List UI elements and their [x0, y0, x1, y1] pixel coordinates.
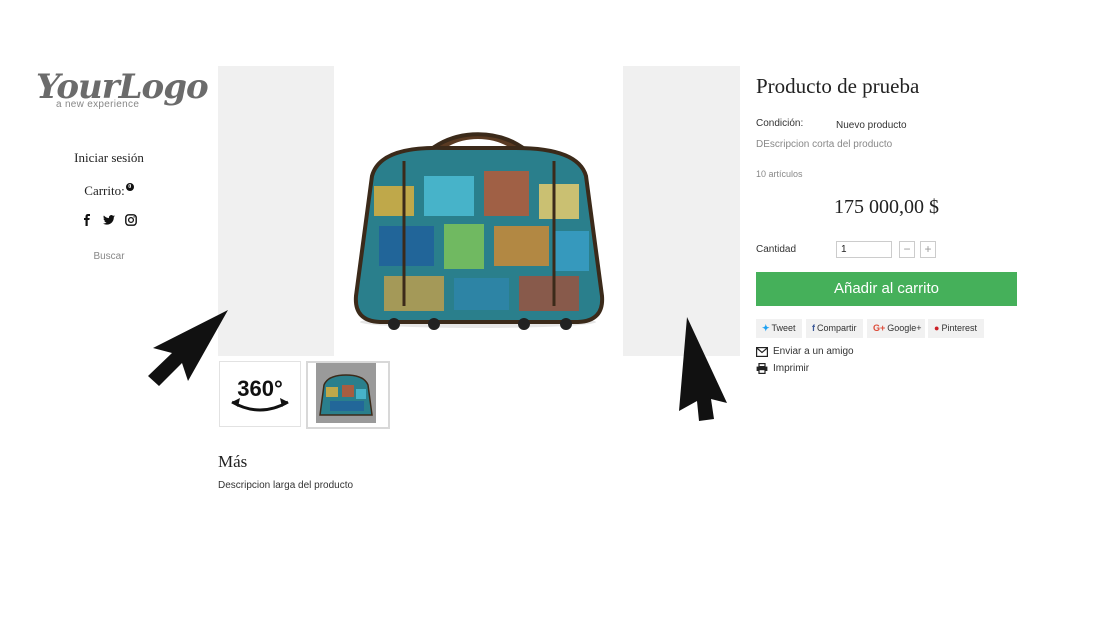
social-links: [40, 214, 178, 226]
quantity-label: Cantidad: [756, 244, 797, 255]
cart-link[interactable]: Carrito: 0: [40, 183, 178, 199]
share-pinterest-label: Pinterest: [941, 323, 977, 333]
share-facebook-label: Compartir: [817, 323, 857, 333]
long-description: Descripcion larga del producto: [218, 480, 354, 491]
pinterest-icon: ●: [934, 323, 940, 333]
share-google-button[interactable]: G+ Google+: [867, 319, 925, 338]
twitter-icon[interactable]: [103, 214, 115, 226]
quantity-plus-button[interactable]: +: [920, 241, 936, 258]
share-twitter-button[interactable]: ✦ Tweet: [756, 319, 802, 338]
add-to-cart-button[interactable]: Añadir al carrito: [756, 272, 1017, 306]
logo[interactable]: YourLogo a new experience: [36, 70, 209, 112]
share-twitter-label: Tweet: [771, 323, 796, 333]
thumb-360-text: 360°: [237, 376, 283, 401]
product-price: 175 000,00 $: [834, 196, 939, 218]
print-label: Imprimir: [773, 363, 810, 374]
product-image: [334, 66, 623, 356]
short-description: DEscripcion corta del producto: [756, 139, 893, 150]
bag-thumbnail-image: [316, 363, 376, 423]
send-to-friend-label: Enviar a un amigo: [773, 346, 854, 357]
share-pinterest-button[interactable]: ● Pinterest: [928, 319, 984, 338]
share-google-label: Google+: [887, 323, 922, 333]
search-link[interactable]: Buscar: [40, 251, 178, 262]
print-link[interactable]: Imprimir: [756, 363, 809, 374]
envelope-icon: [756, 346, 768, 357]
twitter-icon: ✦: [762, 323, 770, 333]
rotate-360-icon: 360°: [231, 376, 289, 412]
cart-label: Carrito:: [84, 183, 125, 198]
login-link[interactable]: Iniciar sesión: [40, 150, 178, 166]
thumbnail-bag[interactable]: [306, 361, 390, 429]
google-plus-icon: G+: [873, 323, 886, 333]
travel-bag-image: [353, 132, 605, 330]
stock-count: 10 artículos: [756, 169, 803, 179]
printer-icon: [756, 363, 768, 374]
facebook-icon: f: [812, 323, 815, 333]
instagram-icon[interactable]: [125, 214, 137, 226]
share-facebook-button[interactable]: f Compartir: [806, 319, 863, 338]
product-image-viewer[interactable]: [218, 66, 740, 356]
facebook-icon[interactable]: [81, 214, 93, 226]
condition-value: Nuevo producto: [836, 120, 907, 131]
thumbnail-360[interactable]: 360°: [219, 361, 301, 427]
send-to-friend-link[interactable]: Enviar a un amigo: [756, 346, 854, 357]
cart-count-badge: 0: [125, 183, 134, 191]
product-title: Producto de prueba: [756, 74, 920, 98]
condition-label: Condición:: [756, 118, 804, 129]
more-section-title: Más: [218, 452, 248, 471]
quantity-minus-button[interactable]: −: [899, 241, 915, 258]
quantity-input[interactable]: [836, 241, 892, 258]
logo-tagline: a new experience: [56, 99, 140, 110]
